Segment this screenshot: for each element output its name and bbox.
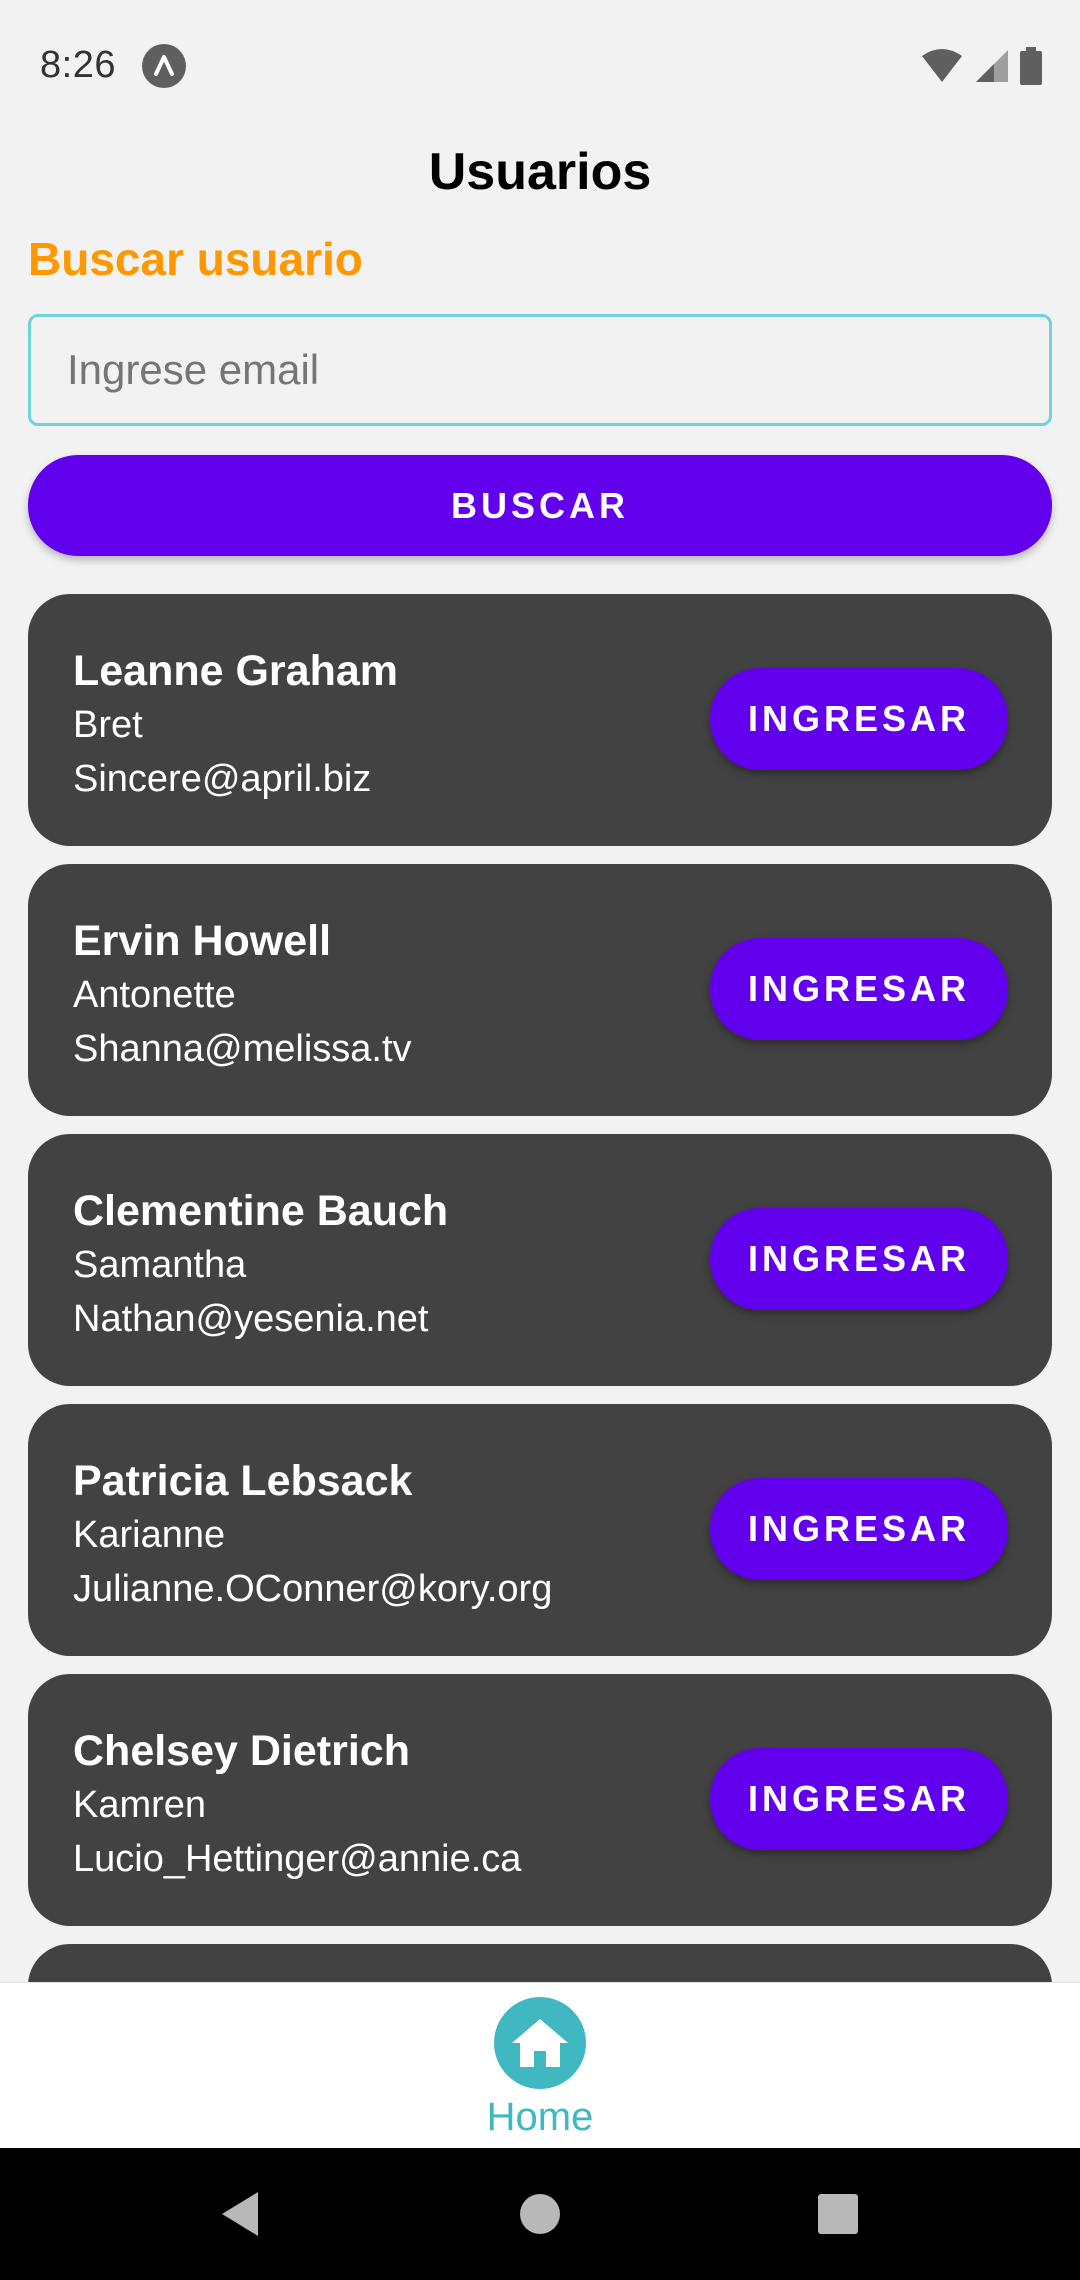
user-name: Ervin Howell xyxy=(73,917,332,965)
wifi-icon xyxy=(920,48,964,89)
user-info: Leanne Graham Bret Sincere@april.biz xyxy=(73,644,398,806)
user-info: Ervin Howell Antonette Shanna@melissa.tv xyxy=(73,914,412,1076)
search-button[interactable]: BUSCAR xyxy=(28,455,1052,556)
status-icons xyxy=(920,46,1042,90)
nav-item-home[interactable]: Home xyxy=(440,1993,640,2143)
page-title: Usuarios xyxy=(428,143,652,201)
user-email: Sincere@april.biz xyxy=(73,758,372,800)
user-card: Chelsey Dietrich Kamren Lucio_Hettinger@… xyxy=(28,1674,1052,1926)
recents-icon[interactable] xyxy=(808,2184,868,2244)
status-time: 8:26 xyxy=(40,44,116,86)
screen: 8:26 Usuarios Buscar usuario Ingrese ema… xyxy=(0,0,1080,2280)
search-label: Buscar usuario xyxy=(28,233,363,285)
system-nav-bar xyxy=(0,2148,1080,2280)
user-list[interactable]: Leanne Graham Bret Sincere@april.biz ING… xyxy=(28,594,1052,1982)
user-username: Samantha xyxy=(73,1244,247,1286)
user-email: Lucio_Hettinger@annie.ca xyxy=(73,1838,522,1880)
signal-icon xyxy=(974,48,1010,89)
ingresar-button[interactable]: INGRESAR xyxy=(710,1208,1008,1310)
battery-icon xyxy=(1020,46,1042,90)
user-email: Julianne.OConner@kory.org xyxy=(73,1568,553,1610)
user-username: Karianne xyxy=(73,1514,226,1556)
home-circle-icon[interactable] xyxy=(510,2184,570,2244)
nav-item-label: Home xyxy=(486,2095,594,2139)
user-card: Leanne Graham Bret Sincere@april.biz ING… xyxy=(28,594,1052,846)
user-email: Nathan@yesenia.net xyxy=(73,1298,429,1340)
user-info: Clementine Bauch Samantha Nathan@yesenia… xyxy=(73,1184,448,1346)
status-bar: 8:26 xyxy=(0,0,1080,132)
ingresar-button[interactable]: INGRESAR xyxy=(710,938,1008,1040)
user-name: Clementine Bauch xyxy=(73,1187,449,1235)
bottom-nav: Home xyxy=(0,1982,1080,2149)
ingresar-button[interactable]: INGRESAR xyxy=(710,1478,1008,1580)
email-search-input[interactable] xyxy=(28,314,1052,426)
user-username: Bret xyxy=(73,704,143,746)
user-name: Patricia Lebsack xyxy=(73,1457,413,1505)
ingresar-button[interactable]: INGRESAR xyxy=(710,668,1008,770)
back-icon[interactable] xyxy=(210,2184,270,2244)
ingresar-button[interactable]: INGRESAR xyxy=(710,1748,1008,1850)
user-card: Ervin Howell Antonette Shanna@melissa.tv… xyxy=(28,864,1052,1116)
user-card-partial xyxy=(28,1944,1052,1982)
a-letter-icon xyxy=(142,44,186,88)
user-info: Patricia Lebsack Karianne Julianne.OConn… xyxy=(73,1454,552,1616)
user-username: Antonette xyxy=(73,974,236,1016)
user-info: Chelsey Dietrich Kamren Lucio_Hettinger@… xyxy=(73,1724,521,1886)
user-name: Chelsey Dietrich xyxy=(73,1727,410,1775)
user-card: Clementine Bauch Samantha Nathan@yesenia… xyxy=(28,1134,1052,1386)
user-card: Patricia Lebsack Karianne Julianne.OConn… xyxy=(28,1404,1052,1656)
home-icon xyxy=(494,1997,586,2089)
user-name: Leanne Graham xyxy=(73,647,398,695)
user-email: Shanna@melissa.tv xyxy=(73,1028,412,1070)
user-username: Kamren xyxy=(73,1784,207,1826)
